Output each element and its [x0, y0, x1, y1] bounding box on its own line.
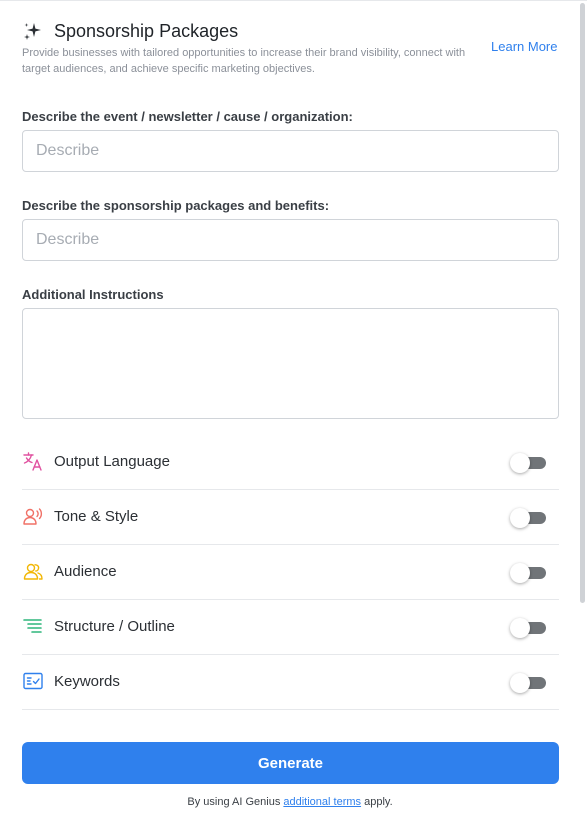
page-title: Sponsorship Packages [54, 21, 239, 41]
structure-outline-toggle[interactable] [510, 618, 548, 638]
option-label: Structure / Outline [54, 618, 175, 635]
toggle-knob [510, 563, 530, 583]
event-description-label: Describe the event / newsletter / cause … [22, 109, 353, 124]
terms-suffix: apply. [361, 796, 393, 808]
option-label: Keywords [54, 673, 120, 690]
additional-instructions-textarea[interactable] [22, 308, 559, 419]
additional-instructions-label: Additional Instructions [22, 287, 164, 302]
learn-more-link[interactable]: Learn More [491, 39, 557, 54]
terms-notice: By using AI Genius additional terms appl… [0, 796, 580, 808]
toggle-knob [510, 618, 530, 638]
tone-style-toggle[interactable] [510, 508, 548, 528]
option-audience[interactable]: Audience [22, 545, 559, 600]
output-language-toggle[interactable] [510, 453, 548, 473]
option-label: Output Language [54, 453, 170, 470]
option-output-language[interactable]: Output Language [22, 435, 559, 490]
sparkle-icon [24, 23, 41, 40]
packages-description-label: Describe the sponsorship packages and be… [22, 198, 330, 213]
additional-terms-link[interactable]: additional terms [283, 796, 361, 808]
option-label: Tone & Style [54, 508, 139, 525]
toggle-knob [510, 508, 530, 528]
generate-button[interactable]: Generate [22, 742, 559, 784]
toggle-knob [510, 453, 530, 473]
event-description-input[interactable] [22, 130, 559, 172]
terms-prefix: By using AI Genius [187, 796, 284, 808]
option-structure-outline[interactable]: Structure / Outline [22, 600, 559, 655]
voice-icon [23, 508, 43, 525]
keywords-icon [23, 672, 43, 690]
audience-toggle[interactable] [510, 563, 548, 583]
page-subtitle: Provide businesses with tailored opportu… [22, 47, 466, 75]
option-label: Audience [54, 563, 117, 580]
toggle-knob [510, 673, 530, 693]
translate-icon [23, 452, 42, 471]
sponsorship-panel: Sponsorship Packages Provide businesses … [0, 0, 587, 823]
packages-description-input[interactable] [22, 219, 559, 261]
users-icon [23, 563, 43, 580]
keywords-toggle[interactable] [510, 673, 548, 693]
scrollbar-thumb[interactable] [580, 3, 585, 603]
option-tone-style[interactable]: Tone & Style [22, 490, 559, 545]
option-keywords[interactable]: Keywords [22, 655, 559, 710]
list-outline-icon [23, 619, 42, 633]
